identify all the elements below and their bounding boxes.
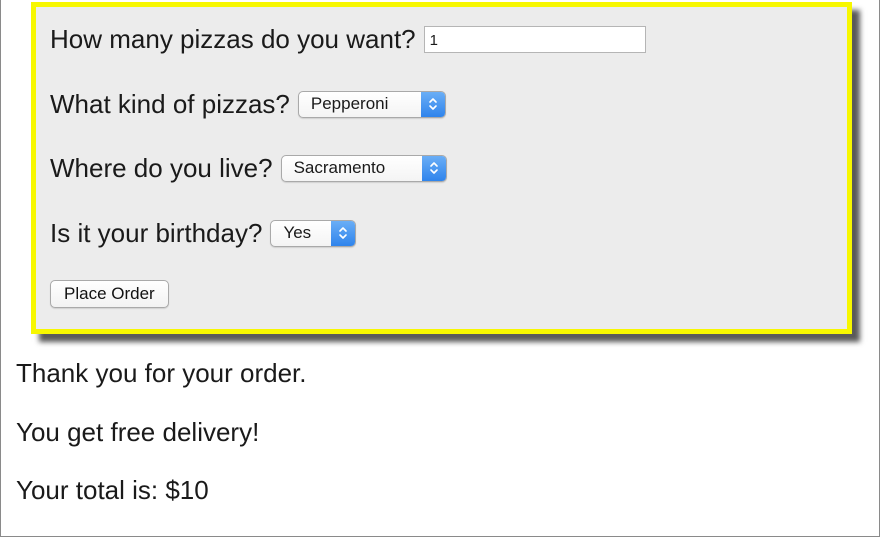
quantity-input[interactable]: 1 xyxy=(423,25,646,53)
pizza-kind-select[interactable]: Pepperoni xyxy=(297,90,446,118)
pizza-kind-value: Pepperoni xyxy=(310,94,389,113)
pizza-kind-question: What kind of pizzas? xyxy=(50,89,290,119)
quantity-row: How many pizzas do you want? 1 xyxy=(50,21,646,57)
birthday-select[interactable]: Yes xyxy=(270,219,357,247)
up-down-chevron-icon xyxy=(420,91,445,117)
location-row: Where do you live? Sacramento xyxy=(50,150,447,186)
total-message: Your total is: $10 xyxy=(16,475,209,505)
up-down-chevron-icon xyxy=(421,155,446,181)
location-select[interactable]: Sacramento xyxy=(280,154,447,182)
location-question: Where do you live? xyxy=(50,153,273,183)
birthday-value: Yes xyxy=(283,223,312,242)
thank-you-message: Thank you for your order. xyxy=(16,358,307,388)
up-down-chevron-icon xyxy=(331,220,356,246)
pizza-kind-row: What kind of pizzas? Pepperoni xyxy=(50,86,446,122)
location-value: Sacramento xyxy=(293,158,386,177)
birthday-row: Is it your birthday? Yes xyxy=(50,215,357,251)
place-order-button[interactable]: Place Order xyxy=(50,280,169,308)
quantity-question: How many pizzas do you want? xyxy=(50,24,416,54)
pizza-order-form: How many pizzas do you want? 1 What kind… xyxy=(31,2,852,334)
delivery-message: You get free delivery! xyxy=(16,417,260,447)
birthday-question: Is it your birthday? xyxy=(50,218,263,248)
